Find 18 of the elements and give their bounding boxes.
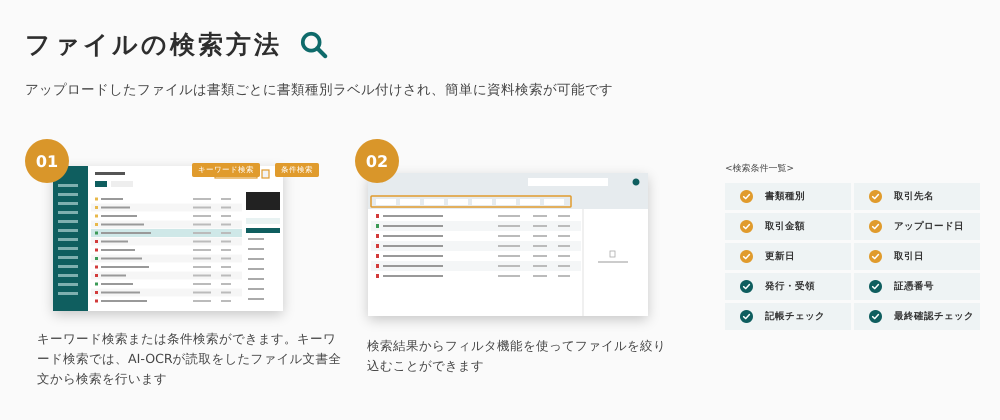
condition-label: 記帳チェック: [765, 310, 825, 323]
step-number: 01: [25, 139, 69, 183]
list-heading: <検索条件一覧>: [725, 162, 796, 175]
condition-label: 取引先名: [894, 190, 934, 203]
condition-label: 取引金額: [765, 220, 805, 233]
subtitle: アップロードしたファイルは書類ごとに書類種別ラベル付けされ、簡単に資料検索が可能です: [25, 81, 614, 99]
condition-label: アップロード日: [894, 220, 964, 233]
step-caption: 検索結果からフィルタ機能を使ってファイルを絞り込むことができます: [367, 337, 667, 376]
search-icon: [300, 30, 328, 58]
condition-label: 発行・受領: [765, 280, 815, 293]
step-number: 02: [355, 139, 399, 183]
condition-label: 書類種別: [765, 190, 805, 203]
step-caption: キーワード検索または条件検索ができます。キーワード検索では、AI-OCRが読取をしたファイル文書全文から検索を行います: [37, 330, 342, 388]
condition-label: 取引日: [894, 250, 924, 263]
condition-label: 証憑番号: [894, 280, 934, 293]
condition-label: 更新日: [765, 250, 795, 263]
condition-label: 最終確認チェック: [894, 310, 974, 323]
page-title: ファイルの検索方法: [25, 29, 282, 61]
